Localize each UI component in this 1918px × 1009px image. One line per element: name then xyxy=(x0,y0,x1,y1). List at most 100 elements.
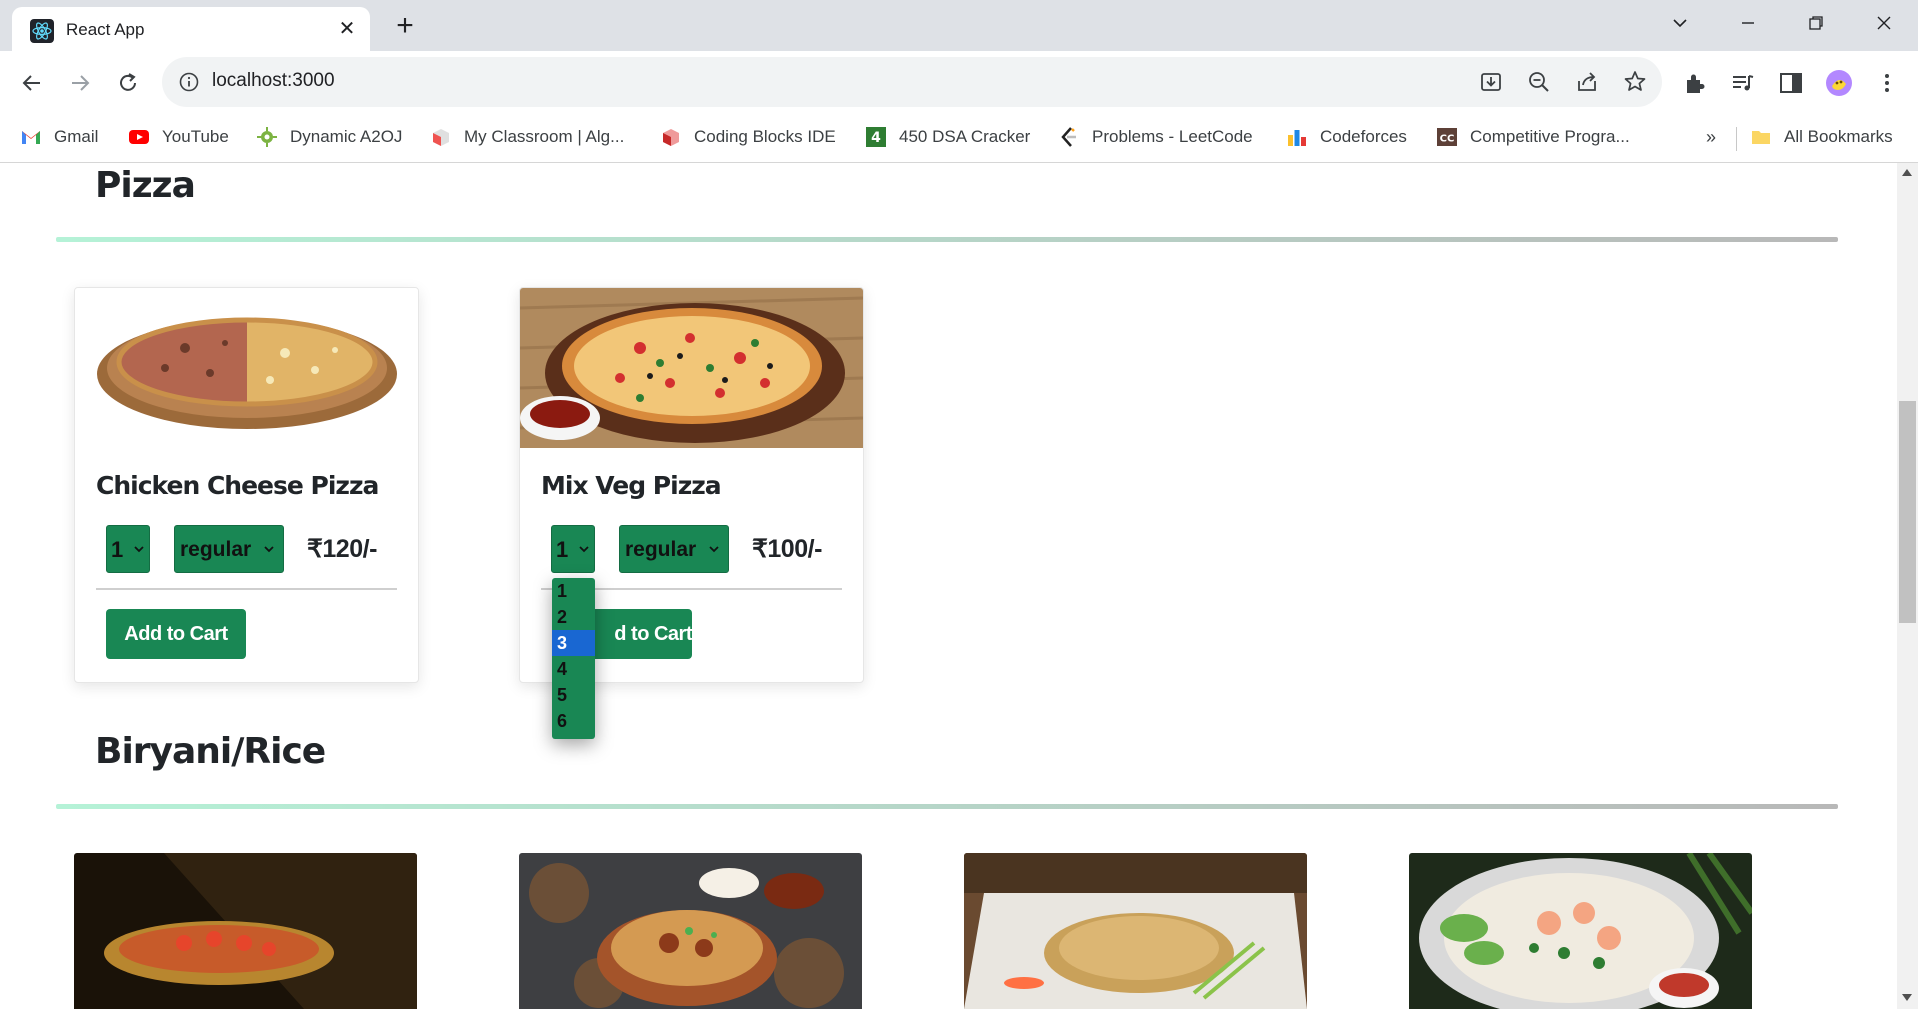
bookmark-label: Coding Blocks IDE xyxy=(694,127,836,146)
profile-avatar-icon[interactable] xyxy=(1825,69,1853,97)
food-card-image xyxy=(74,853,417,1009)
bookmark-classroom[interactable]: My Classroom | Alg... xyxy=(430,124,624,150)
bookmark-youtube[interactable]: YouTube xyxy=(128,124,229,150)
browser-tab[interactable]: React App ✕ xyxy=(12,7,370,51)
menu-kebab-icon[interactable] xyxy=(1873,69,1901,97)
reload-icon[interactable] xyxy=(110,65,146,101)
restore-icon[interactable] xyxy=(1796,8,1836,42)
food-card-image xyxy=(519,853,862,1009)
cc-icon: CC xyxy=(1437,128,1457,146)
dropdown-option[interactable]: 1 xyxy=(552,578,595,604)
bookmark-label: 450 DSA Cracker xyxy=(899,127,1031,146)
bookmarks-divider xyxy=(1736,127,1737,151)
chicken-cheese-pizza-image xyxy=(75,288,418,448)
all-bookmarks[interactable]: All Bookmarks xyxy=(1750,124,1893,150)
svg-text:4: 4 xyxy=(871,130,881,146)
side-panel-icon[interactable] xyxy=(1777,69,1805,97)
bookmark-leetcode[interactable]: Problems - LeetCode xyxy=(1058,124,1253,150)
section-divider xyxy=(56,237,1838,242)
bookmark-label: Dynamic A2OJ xyxy=(290,127,403,146)
minimize-icon[interactable] xyxy=(1728,8,1768,42)
bookmark-label: Competitive Progra... xyxy=(1470,127,1630,146)
gmail-icon xyxy=(22,131,40,144)
dropdown-option[interactable]: 4 xyxy=(552,656,595,682)
tab-search-icon[interactable] xyxy=(1660,8,1700,42)
zoom-out-icon[interactable] xyxy=(1526,69,1552,95)
extensions-icon[interactable] xyxy=(1681,69,1709,97)
forward-icon[interactable] xyxy=(62,65,98,101)
bookmark-label: My Classroom | Alg... xyxy=(464,127,625,146)
scroll-up-arrow-icon[interactable] xyxy=(1902,169,1912,176)
card-divider xyxy=(96,588,397,590)
price-text: ₹120/- xyxy=(307,535,377,563)
bookmark-a2oj[interactable]: Dynamic A2OJ xyxy=(256,124,402,150)
quantity-select[interactable]: 1 xyxy=(106,525,150,573)
react-icon xyxy=(30,19,54,43)
codeforces-icon xyxy=(1288,130,1306,146)
share-icon[interactable] xyxy=(1574,69,1600,95)
new-tab-icon[interactable]: + xyxy=(388,10,422,44)
codingblocks-icon xyxy=(663,129,679,146)
bookmark-dsa-cracker[interactable]: 4 450 DSA Cracker xyxy=(865,124,1030,150)
media-control-icon[interactable] xyxy=(1729,69,1757,97)
more-bookmarks-chevron-icon[interactable]: » xyxy=(1706,124,1716,150)
folder-icon xyxy=(1752,131,1770,144)
mix-veg-pizza-image xyxy=(520,288,863,448)
install-app-icon[interactable] xyxy=(1478,69,1504,95)
tab-strip: React App ✕ + xyxy=(0,0,1918,51)
dropdown-option[interactable]: 5 xyxy=(552,682,595,708)
address-bar[interactable]: localhost:3000 xyxy=(162,57,1662,107)
food-card: Chicken Cheese Pizza 1 regular ₹120/- Ad… xyxy=(74,287,419,683)
price-text: ₹100/- xyxy=(752,535,822,563)
bookmark-codeforces[interactable]: Codeforces xyxy=(1286,124,1407,150)
chevron-down-icon xyxy=(709,546,719,553)
chevron-down-icon xyxy=(579,546,589,553)
bookmark-label: Problems - LeetCode xyxy=(1092,127,1253,146)
food-name: Chicken Cheese Pizza xyxy=(96,471,379,500)
section-divider xyxy=(56,804,1838,809)
bookmark-gmail[interactable]: Gmail xyxy=(20,124,98,150)
dropdown-option[interactable]: 6 xyxy=(552,708,595,734)
size-value: regular xyxy=(625,538,697,561)
browser-toolbar: localhost:3000 xyxy=(0,51,1918,115)
size-value: regular xyxy=(180,538,252,561)
back-icon[interactable] xyxy=(14,65,50,101)
quantity-select[interactable]: 1 xyxy=(551,525,595,573)
add-to-cart-button[interactable]: Add to Cart xyxy=(106,609,246,659)
add-to-cart-button[interactable]: d to Cart xyxy=(580,609,693,659)
youtube-icon xyxy=(129,130,149,144)
close-tab-icon[interactable]: ✕ xyxy=(334,16,360,42)
tab-title: React App xyxy=(66,20,145,39)
food-card-image xyxy=(1409,853,1752,1009)
info-icon[interactable] xyxy=(178,71,200,93)
bookmark-label: Gmail xyxy=(54,127,99,146)
bookmarks-bar: Gmail YouTube Dynamic A2OJ My Classroom … xyxy=(0,115,1918,163)
size-select[interactable]: regular xyxy=(619,525,729,573)
all-bookmarks-label: All Bookmarks xyxy=(1784,127,1893,146)
bookmark-label: Codeforces xyxy=(1320,127,1407,146)
scrollbar-thumb[interactable] xyxy=(1899,401,1916,623)
classroom-icon xyxy=(433,129,449,146)
section-title-pizza: Pizza xyxy=(95,165,196,206)
quantity-dropdown-list: 1 2 3 4 5 6 xyxy=(552,578,595,739)
a2oj-icon xyxy=(257,127,277,147)
dropdown-option-highlighted[interactable]: 3 xyxy=(552,630,595,656)
bookmark-star-icon[interactable] xyxy=(1622,69,1648,95)
chevron-down-icon xyxy=(264,546,274,553)
svg-text:CC: CC xyxy=(1440,134,1455,145)
dropdown-option[interactable]: 2 xyxy=(552,604,595,630)
close-window-icon[interactable] xyxy=(1864,8,1904,42)
bookmark-competitive-programming[interactable]: CC Competitive Progra... xyxy=(1436,124,1630,150)
leetcode-icon xyxy=(1061,127,1076,147)
size-select[interactable]: regular xyxy=(174,525,284,573)
page-viewport: Pizza Chicken Cheese Pizza 1 regular ₹12… xyxy=(0,163,1897,1009)
vertical-scrollbar[interactable] xyxy=(1897,163,1918,1009)
url-text[interactable]: localhost:3000 xyxy=(212,70,335,92)
dsa-cracker-icon: 4 xyxy=(866,127,886,147)
bookmark-coding-blocks[interactable]: Coding Blocks IDE xyxy=(660,124,836,150)
scroll-down-arrow-icon[interactable] xyxy=(1902,994,1912,1001)
food-card-image xyxy=(964,853,1307,1009)
quantity-value: 1 xyxy=(556,537,569,562)
quantity-value: 1 xyxy=(111,537,124,562)
section-title-biryani-rice: Biryani/Rice xyxy=(95,731,326,772)
